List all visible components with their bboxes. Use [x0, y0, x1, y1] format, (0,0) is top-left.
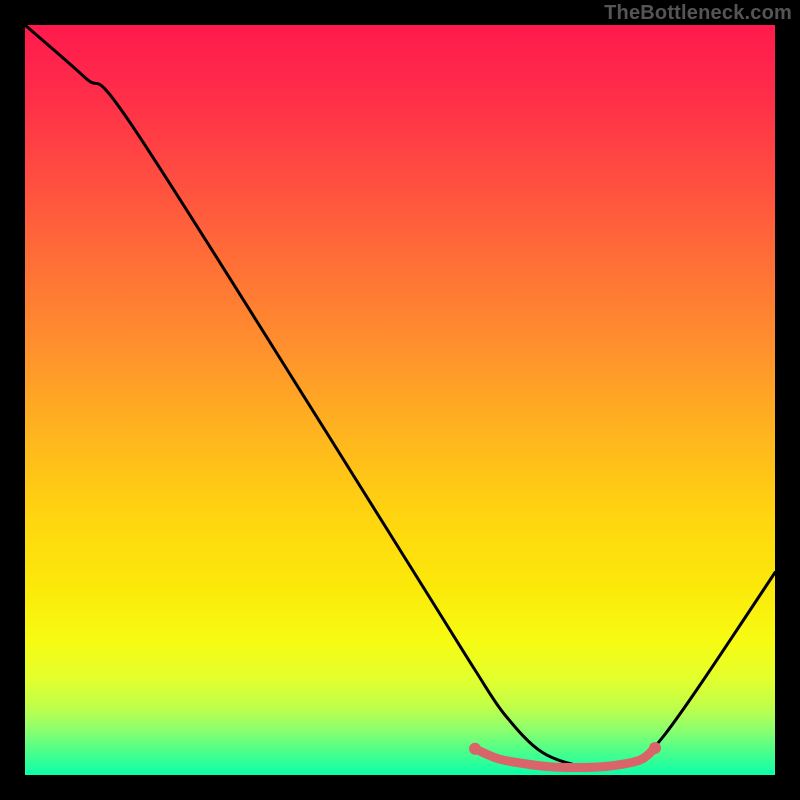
optimal-range-endpoint-dot: [469, 743, 481, 755]
chart-container: TheBottleneck.com: [0, 0, 800, 800]
optimal-range-path: [475, 748, 655, 768]
optimal-range-endpoint-dot: [649, 742, 661, 754]
watermark-text: TheBottleneck.com: [604, 2, 792, 25]
plot-area: [25, 25, 775, 775]
optimal-range-dots: [469, 742, 661, 755]
bottleneck-curve-path: [25, 25, 775, 769]
chart-svg: [25, 25, 775, 775]
